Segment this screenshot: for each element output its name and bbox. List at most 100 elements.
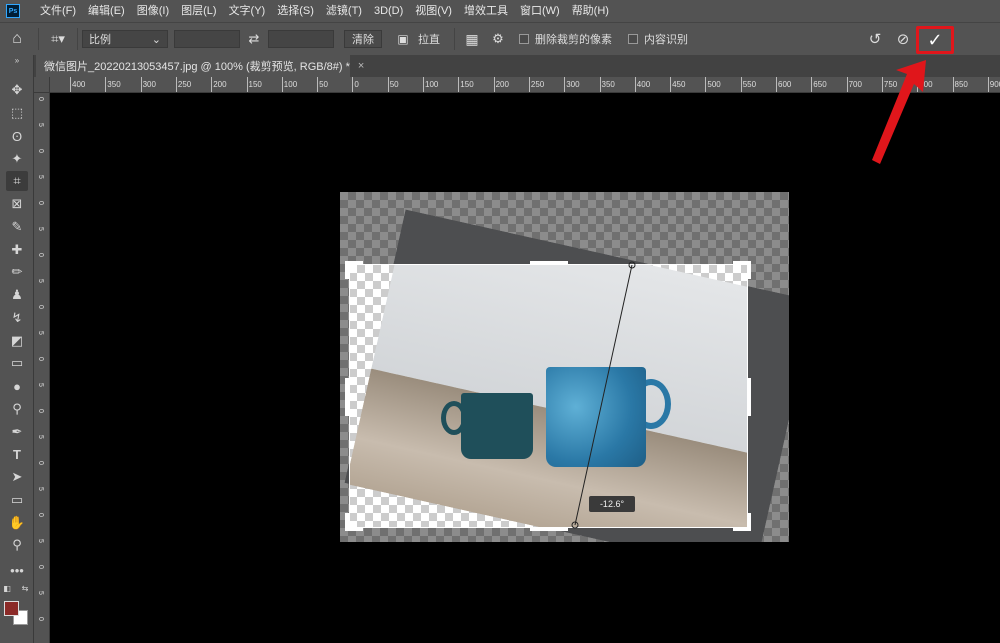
more-tools-icon[interactable]: ••• xyxy=(6,560,28,580)
history-brush-tool-icon[interactable]: ↯ xyxy=(6,308,28,328)
menu-type[interactable]: 文字(Y) xyxy=(223,0,272,22)
crop-handle-bottom[interactable] xyxy=(530,527,568,531)
ruler-tick xyxy=(246,77,248,92)
document-tab[interactable]: 微信图片_20220213053457.jpg @ 100% (裁剪预览, RG… xyxy=(36,55,364,77)
menu-help[interactable]: 帮助(H) xyxy=(566,0,615,22)
width-field[interactable] xyxy=(174,30,240,48)
rectangle-tool-icon[interactable]: ▭ xyxy=(6,490,28,510)
healing-brush-tool-icon[interactable]: ✚ xyxy=(6,240,28,260)
menu-3d[interactable]: 3D(D) xyxy=(368,0,409,22)
ruler-tick xyxy=(352,77,354,92)
ruler-corner xyxy=(34,77,50,93)
ruler-label: 5 xyxy=(37,279,44,283)
lasso-tool-icon[interactable]: ʘ xyxy=(6,126,28,146)
menu-file[interactable]: 文件(F) xyxy=(34,0,82,22)
ratio-select[interactable]: 比例 ⌄ xyxy=(82,30,168,48)
menu-view[interactable]: 视图(V) xyxy=(409,0,458,22)
foreground-color-swatch[interactable] xyxy=(4,601,19,616)
clear-button[interactable]: 清除 xyxy=(344,30,382,48)
crop-frame-content xyxy=(350,265,747,527)
brush-tool-icon[interactable]: ✏ xyxy=(6,262,28,282)
marquee-tool-icon[interactable]: ⬚ xyxy=(6,103,28,123)
crop-preset-icon[interactable]: ⌗▾ xyxy=(43,26,73,52)
commit-crop-button[interactable]: ✓ xyxy=(916,26,954,54)
delete-cropped-label: 删除裁剪的像素 xyxy=(535,34,612,46)
crop-handle-top[interactable] xyxy=(530,261,568,265)
checkbox-box xyxy=(628,34,638,44)
crop-handle-bottom-left[interactable] xyxy=(345,513,349,531)
ruler-label: 700 xyxy=(848,80,862,89)
move-tool-icon[interactable]: ✥ xyxy=(6,80,28,100)
reset-icon[interactable]: ↺ xyxy=(864,27,886,51)
swap-colors-icon[interactable]: ⇆ xyxy=(20,583,30,593)
zoom-tool-icon[interactable]: ⚲ xyxy=(6,535,28,555)
menu-filter[interactable]: 滤镜(T) xyxy=(320,0,368,22)
ruler-tick xyxy=(317,77,319,92)
menu-plugins[interactable]: 增效工具 xyxy=(458,0,514,22)
cancel-icon[interactable]: ⊘ xyxy=(892,27,914,51)
ruler-label: 350 xyxy=(107,80,121,89)
magic-wand-tool-icon[interactable]: ✦ xyxy=(6,149,28,169)
straighten-icon[interactable]: ▣ xyxy=(392,26,414,52)
close-icon[interactable]: × xyxy=(358,60,364,72)
gear-icon[interactable]: ⚙ xyxy=(485,26,511,52)
crop-frame[interactable] xyxy=(349,264,748,528)
menu-window[interactable]: 窗口(W) xyxy=(514,0,566,22)
ruler-tick xyxy=(387,77,389,92)
content-aware-checkbox[interactable]: 内容识别 xyxy=(628,31,688,47)
crop-handle-right[interactable] xyxy=(747,378,751,416)
menu-edit[interactable]: 编辑(E) xyxy=(82,0,131,22)
blur-tool-icon[interactable]: ● xyxy=(6,376,28,396)
hand-tool-icon[interactable]: ✋ xyxy=(6,513,28,533)
eyedropper-tool-icon[interactable]: ✎ xyxy=(6,217,28,237)
ruler-label: 0 xyxy=(37,305,44,309)
height-field[interactable] xyxy=(268,30,334,48)
ruler-tick xyxy=(175,77,177,92)
ruler-label: 5 xyxy=(37,539,44,543)
ruler-label: 0 xyxy=(37,201,44,205)
path-selection-tool-icon[interactable]: ➤ xyxy=(6,467,28,487)
frame-tool-icon[interactable]: ⊠ xyxy=(6,194,28,214)
ruler-label: 300 xyxy=(142,80,156,89)
ruler-tick xyxy=(776,77,777,92)
ruler-label: 400 xyxy=(72,80,86,89)
grid-overlay-icon[interactable]: ▦ xyxy=(459,26,485,52)
stamp-tool-icon[interactable]: ♟ xyxy=(6,285,28,305)
ruler-label: 150 xyxy=(248,80,262,89)
ruler-label: 200 xyxy=(495,80,509,89)
panel-collapse-icon[interactable]: » xyxy=(6,55,28,65)
ruler-label: 200 xyxy=(213,80,227,89)
delete-cropped-checkbox[interactable]: 删除裁剪的像素 xyxy=(519,31,612,47)
crop-handle-top-right[interactable] xyxy=(747,261,751,279)
crop-tool-icon[interactable]: ⌗ xyxy=(6,171,28,191)
ruler-label: 0 xyxy=(37,357,44,361)
ruler-label: 0 xyxy=(354,80,359,89)
ruler-label: 5 xyxy=(37,487,44,491)
ruler-label: 5 xyxy=(37,123,44,127)
ruler-label: 100 xyxy=(283,80,298,89)
ratio-select-value: 比例 xyxy=(89,34,111,46)
pen-tool-icon[interactable]: ✒ xyxy=(6,422,28,442)
divider xyxy=(38,28,39,50)
ruler-tick xyxy=(599,77,601,92)
crop-handle-top-left[interactable] xyxy=(345,261,349,279)
gradient-tool-icon[interactable]: ▭ xyxy=(6,353,28,373)
type-tool-icon[interactable]: T xyxy=(6,444,28,464)
menu-items: 文件(F) 编辑(E) 图像(I) 图层(L) 文字(Y) 选择(S) 滤镜(T… xyxy=(34,0,615,22)
crop-handle-left[interactable] xyxy=(345,378,349,416)
ruler-tick xyxy=(564,77,566,92)
ruler-label: 50 xyxy=(319,80,328,89)
swap-icon[interactable]: ⇄ xyxy=(240,26,268,52)
home-icon[interactable]: ⌂ xyxy=(0,26,34,52)
crop-handle-bottom-right[interactable] xyxy=(747,513,751,531)
eraser-tool-icon[interactable]: ◩ xyxy=(6,331,28,351)
straighten-label[interactable]: 拉直 xyxy=(418,31,440,47)
photoshop-logo-icon: Ps xyxy=(6,4,20,18)
menu-layer[interactable]: 图层(L) xyxy=(175,0,222,22)
dodge-tool-icon[interactable]: ⚲ xyxy=(6,399,28,419)
default-colors-icon[interactable]: ◧ xyxy=(2,583,12,593)
ruler-tick xyxy=(70,77,71,92)
horizontal-ruler: 400 350 300 250 200 150 100 50 0 50 100 150 200 250 30… xyxy=(50,77,1000,93)
menu-image[interactable]: 图像(I) xyxy=(131,0,175,22)
menu-select[interactable]: 选择(S) xyxy=(271,0,320,22)
